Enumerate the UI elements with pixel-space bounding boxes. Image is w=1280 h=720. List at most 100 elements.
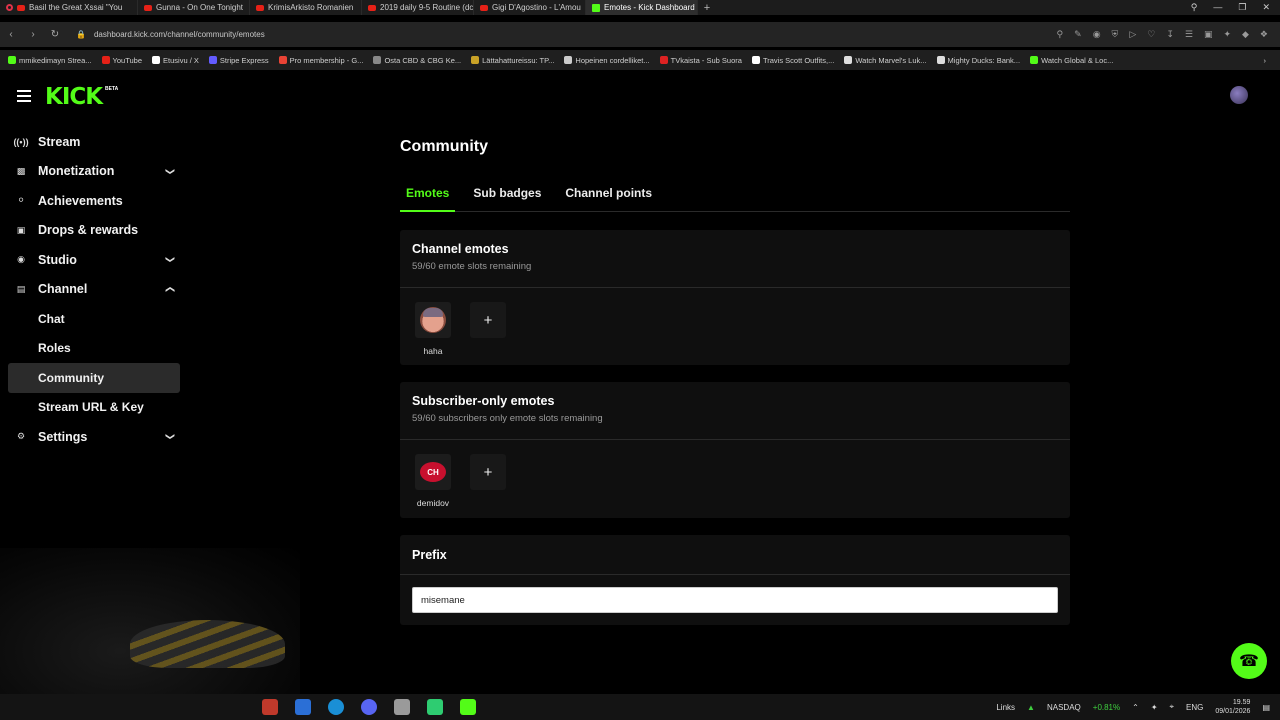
browser-tab[interactable]: Basil the Great Xssai "You <box>0 0 138 15</box>
sidebar-item-chat[interactable]: Chat <box>8 304 180 334</box>
url-text: dashboard.kick.com/channel/community/emo… <box>93 30 265 39</box>
url-field[interactable]: 🔒 dashboard.kick.com/channel/community/e… <box>76 30 265 39</box>
new-tab-button[interactable]: + <box>698 2 716 14</box>
bookmark-favicon-icon <box>8 56 16 64</box>
taskbar: Links ▲ NASDAQ +0.81% ⌃ ✦ ⌖ ENG 19.59 09… <box>0 694 1280 720</box>
stock-change: +0.81% <box>1092 702 1121 712</box>
bookmark-favicon-icon <box>278 56 287 64</box>
sidebar-item-channel[interactable]: ▤ Channel ❯ <box>8 275 180 305</box>
bookmarks-bar: mmikedimayn Strea... YouTube Etusivu / X St… <box>0 50 1280 70</box>
bookmark-item[interactable]: Watch Global & Loc... <box>1030 56 1113 65</box>
sidebar-item-stream[interactable]: ((•)) Stream <box>8 127 180 157</box>
edge-app-icon[interactable] <box>328 699 344 715</box>
bookmark-item[interactable]: Pro membership - G... <box>278 56 363 65</box>
bookmark-item[interactable]: Lättahattureissu: TP... <box>471 56 554 65</box>
browser-tab[interactable]: KrimisArkisto Romanien <box>250 0 362 15</box>
support-chat-button[interactable]: ☎ <box>1231 643 1267 679</box>
bookmark-item[interactable]: Osta CBD & CBG Ke... <box>373 56 461 65</box>
bookmark-label: Watch Global & Loc... <box>1041 55 1114 65</box>
user-avatar[interactable] <box>1230 86 1248 104</box>
bookmark-item[interactable]: YouTube <box>101 56 142 65</box>
browser-tab[interactable]: Gunna - On One Tonight <box>138 0 250 15</box>
links-label[interactable]: Links <box>996 703 1015 712</box>
emote-image[interactable] <box>415 302 451 338</box>
sidebar-item-drops-rewards[interactable]: ▣ Drops & rewards <box>8 216 180 246</box>
bookmark-item[interactable]: Stripe Express <box>208 56 269 65</box>
hamburger-menu-icon[interactable] <box>17 90 31 102</box>
prefix-input[interactable] <box>412 587 1058 613</box>
card-title: Subscriber-only emotes <box>412 394 555 408</box>
shield-icon[interactable]: ⛨ <box>1112 29 1119 40</box>
tab-emotes[interactable]: Emotes <box>400 181 456 212</box>
sidebar-item-studio[interactable]: ◉ Studio ❯ <box>8 245 180 275</box>
opera-icon <box>6 4 13 11</box>
sidebar-item-monetization[interactable]: ▩ Monetization ❯ <box>8 157 180 187</box>
window-controls: ⚲ — ❐ ✕ <box>1191 2 1280 13</box>
restore-icon[interactable]: ❐ <box>1238 2 1246 13</box>
bookmark-item[interactable]: mmikedimayn Strea... <box>8 56 92 65</box>
emote-image[interactable] <box>415 454 451 490</box>
settings-app-icon[interactable] <box>394 699 410 715</box>
tab-sub-badges[interactable]: Sub badges <box>467 181 547 212</box>
page-title: Community <box>400 138 488 155</box>
add-emote-button[interactable]: + <box>470 454 506 490</box>
bookmark-item[interactable]: Hopeinen cordelliket... <box>564 56 650 65</box>
browser-tab[interactable]: 2019 daily 9-5 Routine (dc <box>362 0 474 15</box>
opera-app-icon[interactable] <box>262 699 278 715</box>
close-icon[interactable]: ✕ <box>1262 2 1270 13</box>
bookmark-label: Mighty Ducks: Bank... <box>947 55 1021 65</box>
content-tabs: Emotes Sub badges Channel points <box>400 181 1070 212</box>
discord-app-icon[interactable] <box>361 699 377 715</box>
kick-logo[interactable]: KICK <box>45 84 103 110</box>
clock[interactable]: 19.59 09/01/2026 <box>1215 698 1250 716</box>
browser-tab[interactable]: Gigi D'Agostino - L'Amou <box>474 0 586 15</box>
sidebar-item-roles[interactable]: Roles <box>8 334 180 364</box>
chart-icon: ▩ <box>16 165 26 176</box>
chevron-up-icon[interactable]: ⌃ <box>1132 703 1139 712</box>
extension-icon[interactable]: ✦ <box>1223 29 1231 40</box>
bookmark-item[interactable]: Etusivu / X <box>152 56 199 65</box>
sidebar-item-settings[interactable]: ⚙ Settings ❯ <box>8 422 180 452</box>
subscriber-emotes-card: Subscriber-only emotes 59/60 subscribers… <box>400 382 1070 518</box>
language-indicator[interactable]: ENG <box>1186 703 1203 712</box>
stock-name[interactable]: NASDAQ <box>1047 703 1081 712</box>
heart-icon[interactable]: ♡ <box>1147 29 1155 40</box>
reload-icon[interactable]: ↻ <box>44 29 66 40</box>
bookmark-favicon-icon <box>659 56 668 64</box>
minimize-icon[interactable]: — <box>1213 2 1222 13</box>
files-app-icon[interactable] <box>295 699 311 715</box>
store-app-icon[interactable] <box>427 699 443 715</box>
chevron-down-icon: ❯ <box>165 167 176 175</box>
forward-icon[interactable]: › <box>22 29 44 40</box>
camera-icon[interactable]: ◉ <box>1093 29 1101 40</box>
cube-icon[interactable]: ◆ <box>1242 29 1249 40</box>
sidebar-item-stream-url-key[interactable]: Stream URL & Key <box>8 393 180 423</box>
wifi-icon[interactable]: ⌖ <box>1170 702 1175 712</box>
sidebar-item-achievements[interactable]: ⚪ Achievements <box>8 186 180 216</box>
bookmarks-more-icon[interactable]: › <box>1264 56 1280 65</box>
bookmark-favicon-icon <box>373 56 382 64</box>
emote-item[interactable]: demidov <box>414 454 452 508</box>
tab-channel-points[interactable]: Channel points <box>559 181 658 212</box>
sidebar-item-community[interactable]: Community <box>8 363 180 393</box>
ai-icon[interactable]: ❖ <box>1260 29 1268 40</box>
notification-icon[interactable]: ▤ <box>1262 703 1270 712</box>
menu-icon[interactable]: ☰ <box>1185 29 1193 40</box>
download-icon[interactable]: ↧ <box>1166 29 1174 40</box>
edit-icon[interactable]: ✎ <box>1074 29 1082 40</box>
zoom-icon[interactable]: ⚲ <box>1057 29 1064 40</box>
add-emote-button[interactable]: + <box>470 302 506 338</box>
browser-tab-active[interactable]: Emotes - Kick Dashboard <box>586 0 698 15</box>
bookmark-item[interactable]: Travis Scott Outfits,... <box>751 56 834 65</box>
bookmark-item[interactable]: Watch Marvel's Luk... <box>844 56 927 65</box>
tray-app-icon[interactable]: ✦ <box>1151 703 1158 712</box>
search-icon[interactable]: ⚲ <box>1191 2 1198 13</box>
bookmark-item[interactable]: TVkaista - Sub Suora <box>659 56 742 65</box>
kick-app-icon[interactable] <box>460 699 476 715</box>
wallet-icon[interactable]: ▣ <box>1204 29 1213 40</box>
emote-item[interactable]: haha <box>414 302 452 356</box>
bookmark-item[interactable]: Mighty Ducks: Bank... <box>936 55 1021 65</box>
play-icon[interactable]: ▷ <box>1129 29 1136 40</box>
youtube-icon <box>480 4 488 11</box>
back-icon[interactable]: ‹ <box>0 29 22 40</box>
